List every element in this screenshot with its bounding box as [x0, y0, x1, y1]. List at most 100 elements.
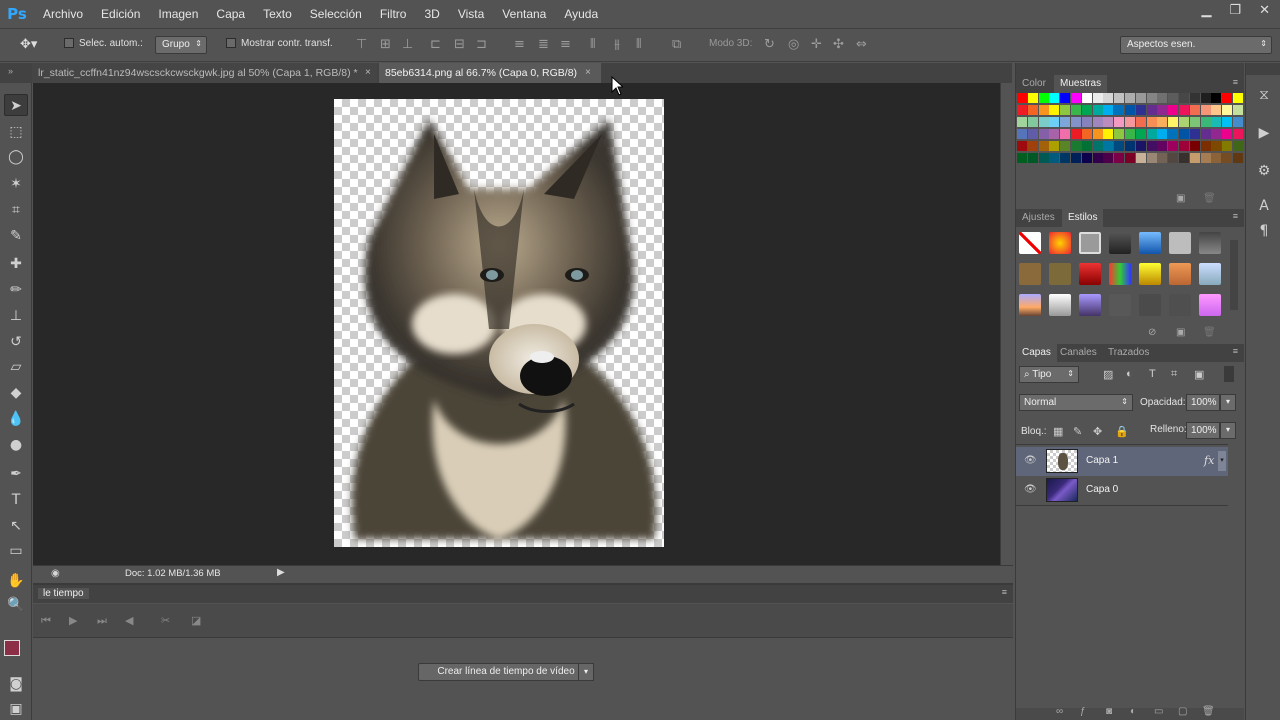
paragraph-icon[interactable]: ¶ [1254, 223, 1274, 243]
color-swatch[interactable] [1211, 93, 1222, 103]
chevron-down-icon[interactable]: ▾ [1220, 394, 1236, 411]
style-preset[interactable] [1109, 294, 1131, 316]
color-swatch[interactable] [1114, 141, 1125, 151]
color-swatch[interactable] [1125, 117, 1135, 127]
style-preset[interactable] [1199, 263, 1221, 285]
color-swatch[interactable] [1038, 153, 1049, 163]
color-swatch[interactable] [1222, 141, 1233, 151]
color-swatch[interactable] [1081, 153, 1092, 163]
color-swatch[interactable] [1114, 153, 1125, 163]
opacity-input[interactable]: 100% [1186, 394, 1220, 411]
color-swatch[interactable] [1125, 105, 1135, 115]
color-swatch[interactable] [1157, 105, 1168, 115]
minimize-icon[interactable]: ▁ [1201, 2, 1211, 18]
create-video-timeline-button[interactable]: Crear línea de tiempo de vídeo [418, 663, 594, 681]
color-swatch[interactable] [1189, 93, 1200, 103]
color-swatch[interactable] [1027, 117, 1038, 127]
globe-icon[interactable]: ◉ [51, 568, 60, 579]
menu-3d[interactable]: 3D [415, 0, 448, 28]
color-swatch[interactable] [1049, 117, 1060, 127]
filter-toggle[interactable] [1224, 366, 1234, 382]
color-swatch[interactable] [1071, 117, 1081, 127]
color-swatch[interactable] [1211, 105, 1222, 115]
color-swatch[interactable] [1211, 153, 1222, 163]
align-left-icon[interactable]: ⊏ [430, 37, 441, 52]
roll-3d-icon[interactable]: ◎ [788, 37, 799, 52]
color-swatch[interactable] [1146, 153, 1157, 163]
trash-icon[interactable]: 🗑 [1203, 327, 1216, 338]
color-swatch[interactable] [1211, 129, 1222, 139]
tab-muestras[interactable]: Muestras [1054, 75, 1108, 93]
color-swatch[interactable] [1038, 117, 1049, 127]
show-transform-checkbox[interactable] [226, 38, 236, 49]
marquee-tool[interactable]: ⬚ [4, 121, 28, 143]
menu-seleccion[interactable]: Selección [301, 0, 371, 28]
vertical-scrollbar[interactable] [1000, 83, 1013, 565]
color-swatch[interactable] [1233, 117, 1243, 127]
document-canvas[interactable] [334, 99, 664, 547]
menu-archivo[interactable]: Archivo [34, 0, 92, 28]
foreground-color-swatch[interactable] [4, 640, 20, 656]
menu-edicion[interactable]: Edición [92, 0, 149, 28]
color-swatch[interactable] [1189, 129, 1200, 139]
color-swatch[interactable] [1233, 141, 1243, 151]
split-icon[interactable]: ✂ [161, 614, 170, 627]
brush-tool[interactable]: ✏ [4, 279, 28, 301]
menu-ventana[interactable]: Ventana [493, 0, 555, 28]
color-swatch[interactable] [1081, 141, 1092, 151]
tab-close-icon[interactable]: × [365, 67, 371, 78]
color-swatch[interactable] [1017, 117, 1027, 127]
color-swatch[interactable] [1071, 141, 1081, 151]
new-swatch-icon[interactable]: ▣ [1176, 193, 1185, 204]
restore-icon[interactable]: ❐ [1229, 2, 1241, 18]
group-icon[interactable]: ▭ [1154, 706, 1163, 717]
color-swatch[interactable] [1103, 117, 1114, 127]
layer-name[interactable]: Capa 0 [1086, 484, 1118, 495]
color-swatch[interactable] [1179, 141, 1189, 151]
new-layer-icon[interactable]: ▢ [1178, 706, 1187, 717]
color-swatch[interactable] [1157, 129, 1168, 139]
color-swatch[interactable] [1189, 141, 1200, 151]
color-swatch[interactable] [1200, 117, 1211, 127]
crop-tool[interactable]: ⌗ [4, 199, 28, 221]
link-layers-icon[interactable]: ∞ [1056, 706, 1063, 717]
style-preset[interactable] [1199, 232, 1221, 254]
distribute-bottom-icon[interactable]: ≡ [560, 37, 571, 52]
distribute-hcenter-icon[interactable]: ⫵ [614, 37, 620, 52]
color-swatch[interactable] [1168, 117, 1179, 127]
style-preset[interactable] [1109, 263, 1131, 285]
next-frame-icon[interactable]: ⏭ [97, 614, 107, 628]
color-swatch[interactable] [1049, 105, 1060, 115]
expand-effects-icon[interactable]: ▾ [1218, 451, 1226, 471]
color-swatch[interactable] [1114, 117, 1125, 127]
fill-input[interactable]: 100% [1186, 422, 1220, 439]
eye-icon[interactable]: 👁 [1024, 484, 1037, 495]
color-swatch[interactable] [1135, 93, 1146, 103]
filter-smart-icon[interactable]: ▣ [1194, 368, 1204, 381]
menu-filtro[interactable]: Filtro [371, 0, 416, 28]
color-swatch[interactable] [1038, 129, 1049, 139]
menu-ayuda[interactable]: Ayuda [555, 0, 607, 28]
color-swatch[interactable] [1049, 129, 1060, 139]
auto-select-checkbox[interactable] [64, 38, 74, 49]
chevron-down-icon[interactable]: ▾ [578, 663, 594, 681]
color-swatch[interactable] [1103, 129, 1114, 139]
color-swatch[interactable] [1060, 129, 1071, 139]
audio-icon[interactable]: ◀ [125, 614, 133, 627]
color-swatch[interactable] [1027, 105, 1038, 115]
menu-capa[interactable]: Capa [207, 0, 254, 28]
color-swatch[interactable] [1049, 153, 1060, 163]
color-swatch[interactable] [1233, 129, 1243, 139]
color-swatch[interactable] [1027, 141, 1038, 151]
color-swatch[interactable] [1157, 153, 1168, 163]
healing-brush-tool[interactable]: ✚ [4, 253, 28, 275]
color-swatch[interactable] [1200, 129, 1211, 139]
tab-color[interactable]: Color [1016, 75, 1052, 93]
style-preset[interactable] [1079, 294, 1101, 316]
color-swatch[interactable] [1017, 105, 1027, 115]
align-vcenter-icon[interactable]: ⊞ [380, 37, 391, 52]
color-swatch[interactable] [1189, 105, 1200, 115]
color-swatch[interactable] [1081, 129, 1092, 139]
color-swatch[interactable] [1168, 129, 1179, 139]
clone-stamp-tool[interactable]: ⊥ [4, 305, 28, 327]
